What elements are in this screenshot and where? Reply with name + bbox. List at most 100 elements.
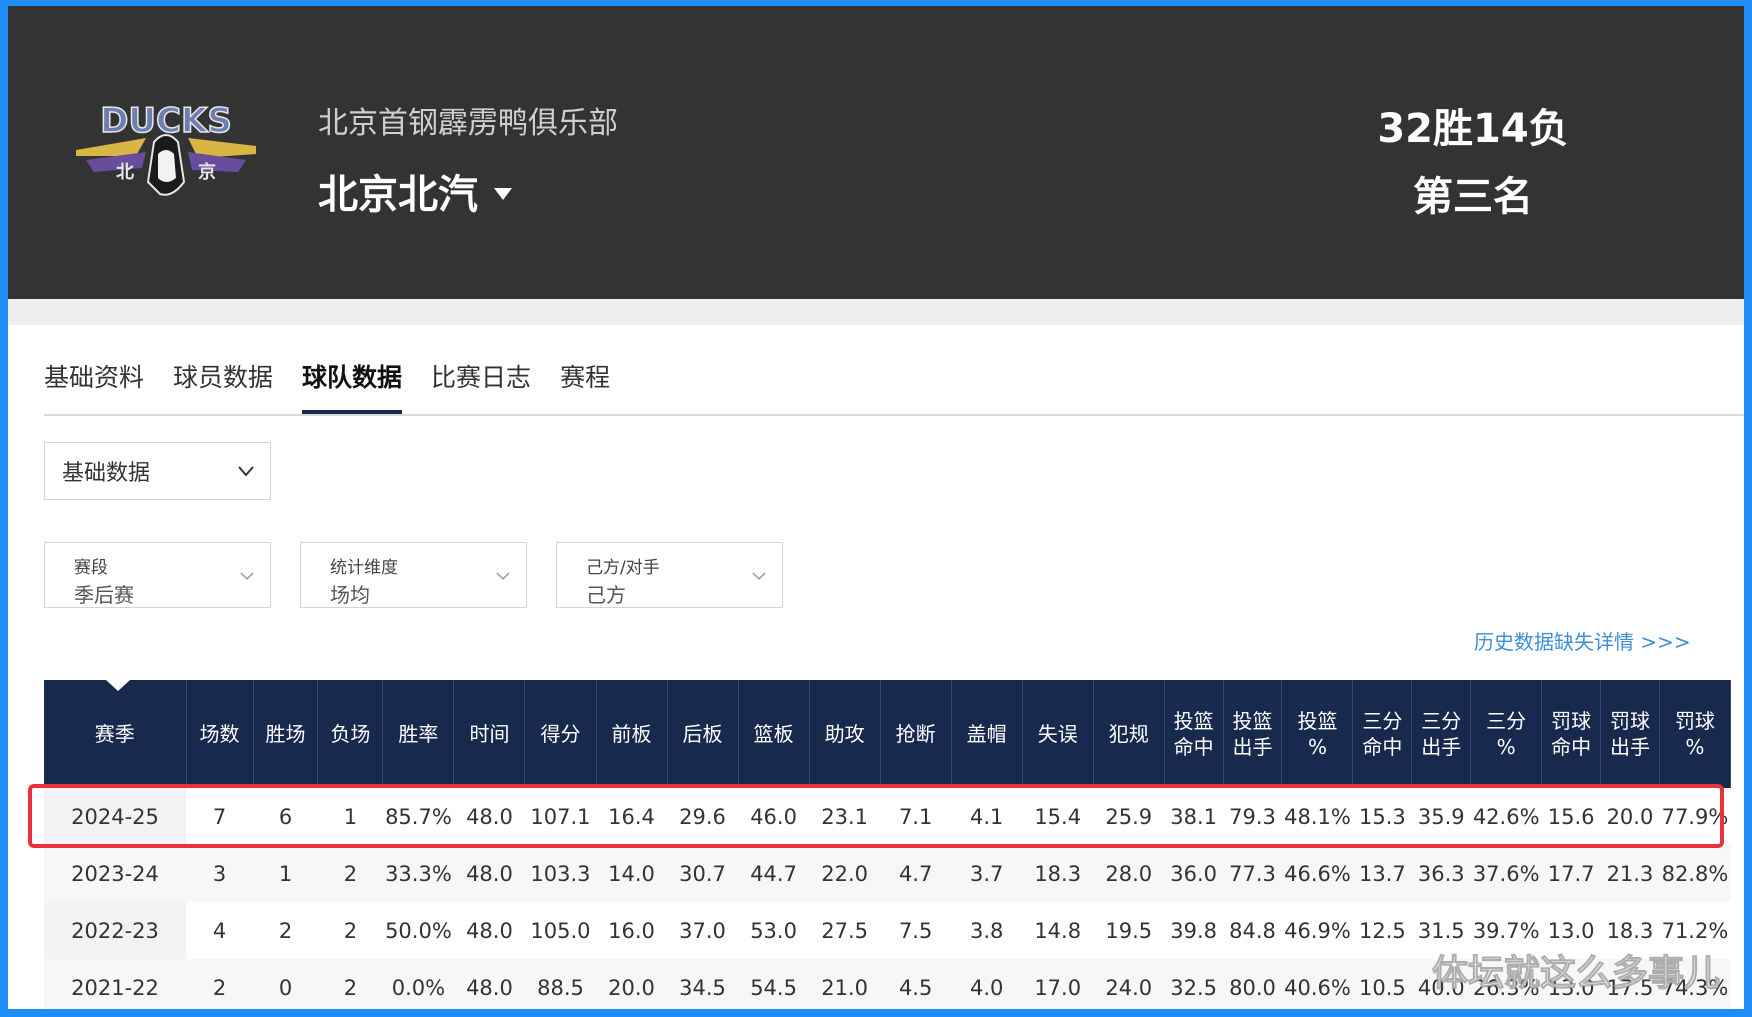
tab-game-log[interactable]: 比赛日志 — [431, 356, 531, 414]
table-cell: 4.1 — [951, 788, 1023, 845]
table-cell: 36.0 — [1164, 845, 1224, 902]
caret-down-icon — [494, 188, 512, 200]
table-cell: 37.0 — [667, 902, 739, 959]
column-header: 后板 — [667, 680, 739, 788]
table-cell: 34.5 — [667, 959, 739, 1009]
table-cell: 7.1 — [880, 788, 952, 845]
table-cell: 84.8 — [1223, 902, 1282, 959]
table-cell: 2 — [317, 845, 383, 902]
column-header: 失误 — [1022, 680, 1094, 788]
season-cell: 2024-25 — [44, 788, 187, 845]
chevron-down-icon — [238, 466, 254, 477]
tabs-divider — [44, 414, 1744, 416]
table-cell: 14.0 — [596, 845, 668, 902]
tab-schedule[interactable]: 赛程 — [560, 356, 610, 414]
table-cell: 10.5 — [1352, 959, 1412, 1009]
table-cell: 15.6 — [1541, 788, 1601, 845]
table-cell: 30.7 — [667, 845, 739, 902]
table-cell: 23.1 — [809, 788, 881, 845]
table-cell: 46.6% — [1281, 845, 1353, 902]
filter-stage-value: 季后赛 — [74, 583, 134, 607]
column-header: 罚球 % — [1659, 680, 1732, 788]
table-cell: 39.8 — [1164, 902, 1224, 959]
stats-type-dropdown[interactable]: 基础数据 — [44, 442, 271, 500]
table-cell: 4 — [186, 902, 254, 959]
table-row: 2024-25 7 6 1 85.7% 48.0 107.1 16.4 29.6 46.0 23.1… — [44, 788, 1731, 845]
table-cell: 103.3 — [524, 845, 596, 902]
table-cell: 2 — [317, 902, 383, 959]
team-selector[interactable]: 北京北汽 — [318, 162, 512, 220]
table-cell: 32.5 — [1164, 959, 1224, 1009]
table-cell: 7.5 — [880, 902, 952, 959]
column-header: 投篮 出手 — [1223, 680, 1283, 788]
column-header-label: 赛季 — [94, 722, 135, 746]
club-name: 北京首钢霹雳鸭俱乐部 — [318, 106, 618, 141]
table-cell: 107.1 — [524, 788, 596, 845]
stats-type-value: 基础数据 — [62, 461, 151, 486]
table-cell: 18.3 — [1022, 845, 1094, 902]
table-cell: 2 — [186, 959, 254, 1009]
filter-side[interactable]: 己方/对手 己方 — [556, 542, 783, 608]
team-name: 北京北汽 — [318, 172, 478, 218]
table-cell: 27.5 — [809, 902, 881, 959]
table-cell: 44.7 — [738, 845, 810, 902]
table-cell: 6 — [253, 788, 318, 845]
table-cell: 46.0 — [738, 788, 810, 845]
table-cell: 46.9% — [1281, 902, 1353, 959]
table-cell: 42.6% — [1470, 788, 1542, 845]
tab-player-stats[interactable]: 球员数据 — [173, 356, 273, 414]
svg-text:京: 京 — [198, 161, 216, 183]
table-cell: 3 — [186, 845, 254, 902]
column-header: 前板 — [596, 680, 668, 788]
table-cell: 36.3 — [1411, 845, 1471, 902]
pointer-icon — [106, 680, 130, 691]
table-cell: 40.6% — [1281, 959, 1353, 1009]
svg-text:北: 北 — [116, 162, 134, 183]
table-cell: 2 — [253, 902, 318, 959]
table-cell: 50.0% — [382, 902, 454, 959]
header-divider — [8, 299, 1744, 325]
table-cell: 48.0 — [453, 845, 525, 902]
team-record: 32胜14负 — [1377, 106, 1569, 152]
history-data-link[interactable]: 历史数据缺失详情 >>> — [1474, 626, 1691, 655]
column-header: 罚球 出手 — [1600, 680, 1660, 788]
table-cell: 4.5 — [880, 959, 952, 1009]
table-cell: 4.0 — [951, 959, 1023, 1009]
table-cell: 24.0 — [1093, 959, 1165, 1009]
table-cell: 4.7 — [880, 845, 952, 902]
season-cell: 2022-23 — [44, 902, 187, 959]
table-cell: 21.0 — [809, 959, 881, 1009]
chevron-down-icon — [496, 572, 510, 581]
table-cell: 20.0 — [1600, 788, 1660, 845]
table-cell: 3.7 — [951, 845, 1023, 902]
column-header: 抢断 — [880, 680, 952, 788]
page-frame: DUCKS 北 京 北京首钢霹雳鸭俱乐部 北京北汽 32胜14负 第三名 基础资… — [8, 6, 1744, 1009]
tab-basic-info[interactable]: 基础资料 — [44, 356, 144, 414]
table-cell: 79.3 — [1223, 788, 1282, 845]
table-cell: 54.5 — [738, 959, 810, 1009]
table-cell: 37.6% — [1470, 845, 1542, 902]
column-header: 负场 — [317, 680, 384, 788]
table-cell: 19.5 — [1093, 902, 1165, 959]
table-header-row: 赛季 场数 胜场 负场 胜率 时间 得分 前板 后板 篮板 助攻 抢断 盖帽 失误 犯规 投篮 命中 投篮 出手… — [44, 680, 1732, 788]
table-cell: 77.3 — [1223, 845, 1282, 902]
table-cell: 15.4 — [1022, 788, 1094, 845]
chevron-down-icon — [752, 572, 766, 581]
filter-side-value: 己方 — [586, 583, 626, 607]
table-cell: 48.0 — [453, 788, 525, 845]
filter-dimension-value: 场均 — [330, 583, 370, 607]
tab-team-stats[interactable]: 球队数据 — [302, 356, 403, 414]
table-cell: 38.1 — [1164, 788, 1224, 845]
table-cell: 17.0 — [1022, 959, 1094, 1009]
filter-dimension[interactable]: 统计维度 场均 — [300, 542, 527, 608]
column-header: 三分 % — [1470, 680, 1543, 788]
table-cell: 16.0 — [596, 902, 668, 959]
table-cell: 12.5 — [1352, 902, 1412, 959]
table-cell: 3.8 — [951, 902, 1023, 959]
season-cell: 2023-24 — [44, 845, 187, 902]
filter-stage[interactable]: 赛段 季后赛 — [44, 542, 271, 608]
table-cell: 85.7% — [382, 788, 454, 845]
column-header: 罚球 命中 — [1541, 680, 1602, 788]
column-header: 助攻 — [809, 680, 881, 788]
table-cell: 105.0 — [524, 902, 596, 959]
